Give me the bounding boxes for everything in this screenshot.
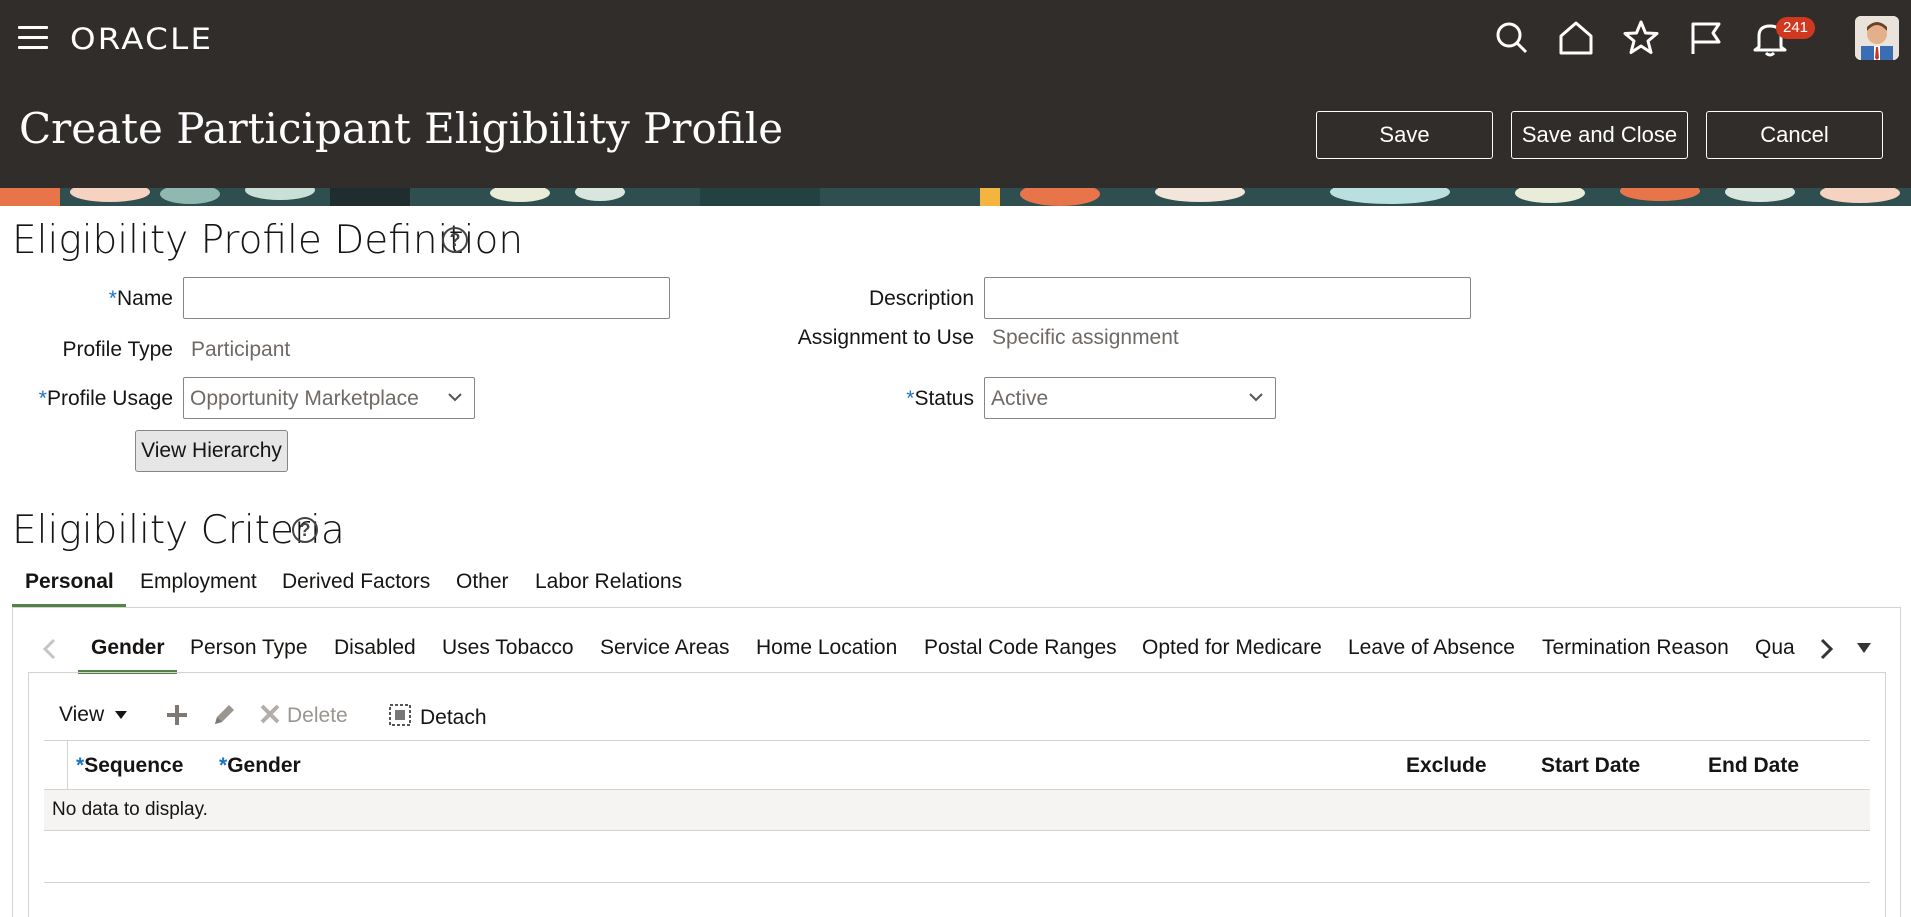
table-bottom-border [44, 882, 1870, 883]
caret-down-icon [114, 711, 127, 719]
cancel-button[interactable]: Cancel [1706, 111, 1883, 159]
column-header-end-date[interactable]: End Date [1708, 754, 1799, 778]
subtab-postal-code-ranges[interactable]: Postal Code Ranges [924, 636, 1117, 660]
home-icon[interactable] [1556, 18, 1596, 58]
subtab-person-type[interactable]: Person Type [190, 636, 308, 660]
subtab-gender[interactable]: Gender [91, 636, 165, 660]
add-icon[interactable] [165, 703, 189, 727]
chevron-right-icon[interactable] [1816, 637, 1836, 661]
subtab-uses-tobacco[interactable]: Uses Tobacco [442, 636, 574, 660]
tab-personal[interactable]: Personal [25, 570, 114, 594]
help-icon[interactable]: ? [292, 517, 318, 543]
subtab-truncated[interactable]: Qua [1755, 636, 1795, 660]
tab-employment[interactable]: Employment [140, 570, 257, 594]
subtab-leave-of-absence[interactable]: Leave of Absence [1348, 636, 1515, 660]
page-title: Create Participant Eligibility Profile [19, 104, 784, 153]
delete-icon [260, 704, 280, 724]
delete-button[interactable]: Delete [259, 703, 348, 728]
subtab-termination-reason[interactable]: Termination Reason [1542, 636, 1729, 660]
assignment-value: Specific assignment [992, 326, 1179, 349]
column-header-start-date[interactable]: Start Date [1541, 754, 1640, 778]
subtab-service-areas[interactable]: Service Areas [600, 636, 730, 660]
table-row [44, 790, 1870, 830]
view-menu[interactable]: View [59, 703, 128, 727]
save-button[interactable]: Save [1316, 111, 1493, 159]
detach-button[interactable]: Detach [388, 703, 487, 730]
overflow-menu-icon[interactable] [1855, 641, 1873, 655]
decorative-banner [0, 188, 1911, 206]
help-icon[interactable]: ? [442, 227, 468, 253]
favorites-icon[interactable] [1621, 18, 1661, 58]
description-input[interactable] [984, 277, 1471, 319]
status-label: *Status [906, 387, 974, 410]
notification-count-badge: 241 [1776, 17, 1816, 39]
profile-type-value: Participant [191, 338, 291, 361]
global-header: ORACLE 241 Create Participant Eligibilit… [0, 0, 1911, 188]
column-header-sequence[interactable]: *Sequence [76, 754, 183, 778]
chevron-left-icon[interactable] [40, 637, 60, 661]
table-row-header-gutter [44, 741, 68, 790]
tab-labor-relations[interactable]: Labor Relations [535, 570, 682, 594]
profile-usage-label: *Profile Usage [38, 387, 173, 410]
chevron-down-icon [1249, 393, 1263, 402]
profile-type-label: Profile Type [62, 338, 173, 361]
subtab-opted-for-medicare[interactable]: Opted for Medicare [1142, 636, 1322, 660]
user-avatar[interactable] [1855, 16, 1899, 60]
assignment-label: Assignment to Use [797, 326, 974, 349]
edit-icon[interactable] [212, 703, 236, 727]
subtab-home-location[interactable]: Home Location [756, 636, 897, 660]
column-header-gender[interactable]: *Gender [219, 754, 301, 778]
save-and-close-button[interactable]: Save and Close [1511, 111, 1688, 159]
detach-icon [389, 704, 411, 726]
view-hierarchy-button[interactable]: View Hierarchy [135, 430, 288, 472]
tab-other[interactable]: Other [456, 570, 509, 594]
empty-table-message: No data to display. [52, 799, 208, 820]
tab-derived-factors[interactable]: Derived Factors [282, 570, 430, 594]
flag-icon[interactable] [1686, 18, 1726, 58]
search-icon[interactable] [1492, 18, 1532, 58]
name-input[interactable] [183, 277, 670, 319]
chevron-down-icon [448, 393, 462, 402]
description-label: Description [868, 287, 974, 310]
menu-icon[interactable] [18, 26, 48, 50]
column-header-exclude[interactable]: Exclude [1406, 754, 1487, 778]
status-select[interactable]: Active [984, 377, 1276, 419]
oracle-logo[interactable]: ORACLE [70, 22, 213, 56]
table-row-border [44, 830, 1870, 831]
subtab-disabled[interactable]: Disabled [334, 636, 416, 660]
name-label: *Name [108, 287, 173, 310]
profile-usage-select[interactable]: Opportunity Marketplace [183, 377, 475, 419]
table-top-border [44, 740, 1870, 741]
